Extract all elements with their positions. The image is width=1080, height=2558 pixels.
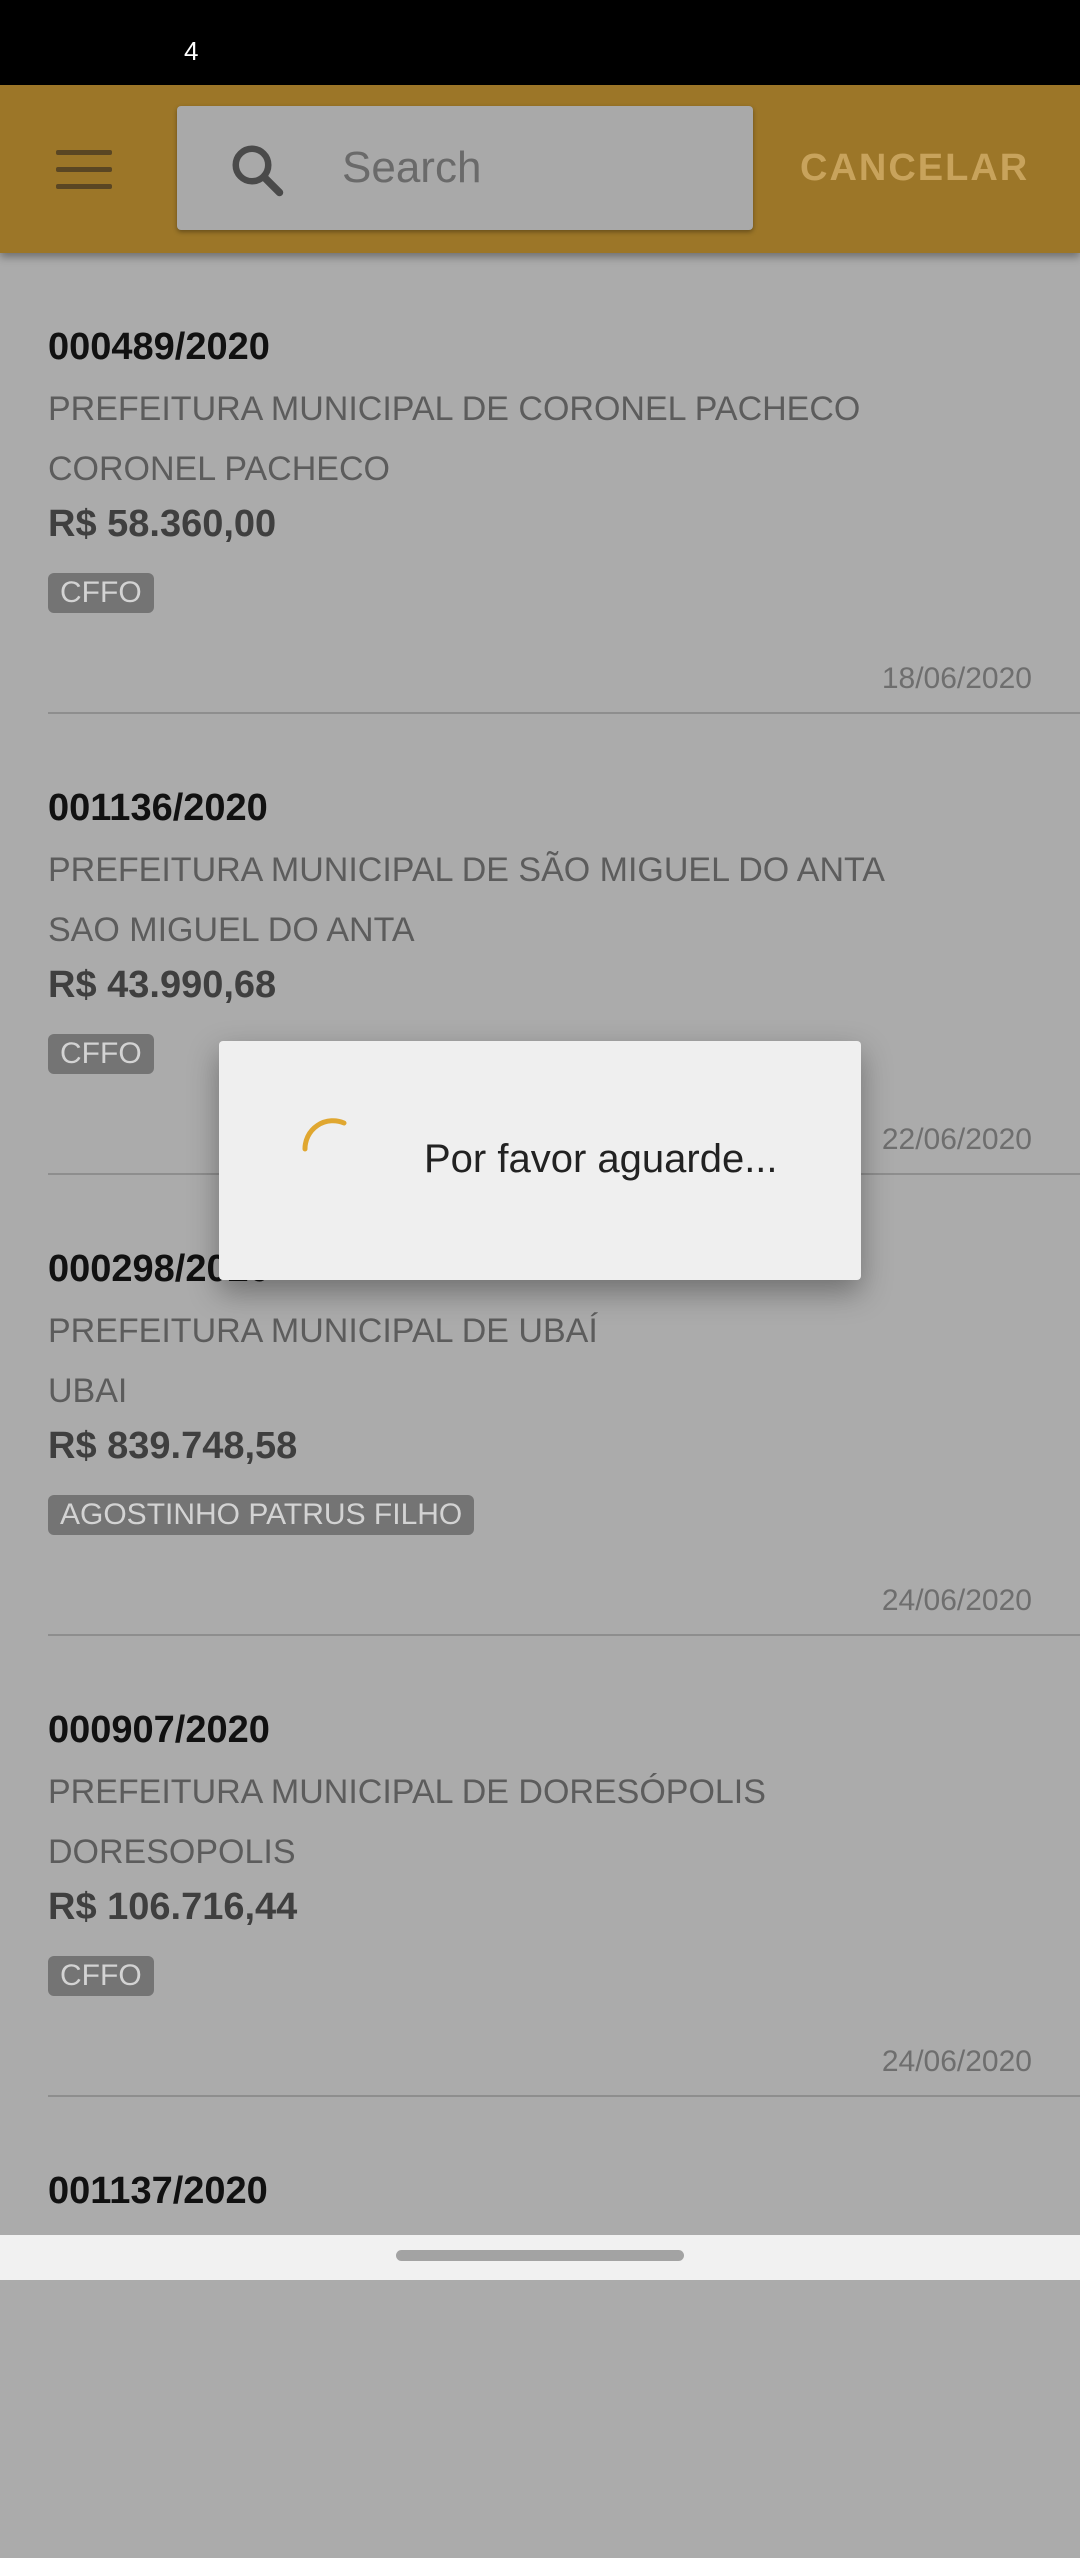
app-bar: CANCELAR [0, 85, 1080, 253]
item-tag: AGOSTINHO PATRUS FILHO [48, 1495, 475, 1535]
loading-dialog: Por favor aguarde... [219, 1041, 861, 1280]
item-city: CORONEL PACHECO [48, 450, 390, 488]
item-city: SAO MIGUEL DO ANTA [48, 911, 415, 949]
hamburger-menu-icon[interactable] [42, 131, 126, 207]
loading-message: Por favor aguarde... [424, 1137, 778, 1181]
cancel-button[interactable]: CANCELAR [800, 137, 1029, 199]
navigation-bar [0, 2235, 1080, 2280]
search-box[interactable] [177, 106, 753, 230]
item-date: 24/06/2020 [881, 2045, 1032, 2078]
item-tag: CFFO [48, 1034, 154, 1074]
item-amount: R$ 43.990,68 [48, 964, 277, 1006]
list-item[interactable]: 000907/2020 PREFEITURA MUNICIPAL DE DORE… [0, 1636, 1080, 2097]
item-amount: R$ 839.748,58 [48, 1425, 298, 1467]
item-code: 000489/2020 [48, 326, 270, 368]
item-tag: CFFO [48, 573, 154, 613]
item-code: 001137/2020 [48, 2170, 268, 2212]
item-date: 18/06/2020 [881, 662, 1032, 695]
search-icon [232, 145, 284, 197]
search-input[interactable] [342, 106, 732, 230]
process-list: 000489/2020 PREFEITURA MUNICIPAL DE CORO… [0, 253, 1080, 2558]
item-organization: PREFEITURA MUNICIPAL DE DORESÓPOLIS [48, 1773, 766, 1811]
item-date: 22/06/2020 [881, 1123, 1032, 1156]
status-indicator: 4 [184, 36, 199, 66]
item-amount: R$ 58.360,00 [48, 503, 277, 545]
item-code: 000907/2020 [48, 1709, 270, 1751]
loading-spinner-icon [302, 1118, 347, 1152]
list-item[interactable]: 001137/2020 [0, 2097, 1080, 2558]
item-organization: PREFEITURA MUNICIPAL DE SÃO MIGUEL DO AN… [48, 851, 885, 889]
list-item[interactable]: 000489/2020 PREFEITURA MUNICIPAL DE CORO… [0, 253, 1080, 714]
status-bar: 4 [0, 0, 1080, 85]
item-tag: CFFO [48, 1956, 154, 1996]
item-organization: PREFEITURA MUNICIPAL DE CORONEL PACHECO [48, 390, 861, 428]
gesture-handle[interactable] [396, 2250, 684, 2261]
item-code: 001136/2020 [48, 787, 268, 829]
item-organization: PREFEITURA MUNICIPAL DE UBAÍ [48, 1312, 598, 1350]
item-amount: R$ 106.716,44 [48, 1886, 298, 1928]
item-date: 24/06/2020 [881, 1584, 1032, 1617]
item-city: UBAI [48, 1372, 128, 1410]
item-city: DORESOPOLIS [48, 1833, 296, 1871]
